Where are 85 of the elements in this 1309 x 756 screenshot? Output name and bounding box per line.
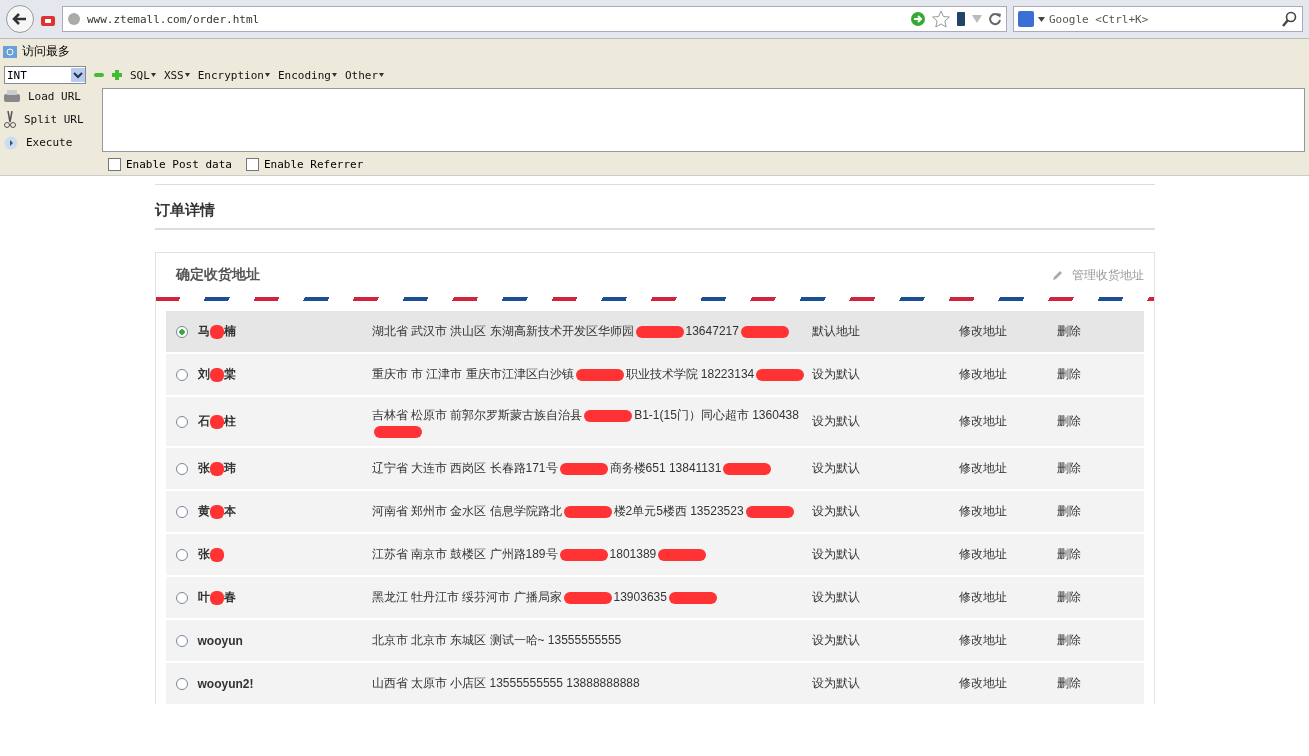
edit-link[interactable]: 修改地址 (958, 503, 1057, 520)
address-row[interactable]: 张 江苏省 南京市 鼓楼区 广州路189号 1801389 设为默认 修改地址 删除 (165, 534, 1144, 575)
delete-link[interactable]: 删除 (1056, 675, 1081, 692)
address-text: 重庆市 市 江津市 重庆市江津区白沙镇 (371, 366, 574, 383)
delete-link[interactable]: 删除 (1056, 632, 1081, 649)
default-link[interactable]: 设为默认 (811, 632, 959, 649)
search-field[interactable]: Google <Ctrl+K> (1013, 6, 1303, 32)
recipient-name: 本 (223, 503, 236, 520)
action-button[interactable]: Split URL (24, 113, 84, 126)
address-row[interactable]: 黄 本 河南省 郑州市 金水区 信息学院路北 楼2单元5楼西 13523523 设为默认 修改地址 删除 (165, 491, 1144, 532)
address-text: 商务楼651 13841131 (609, 460, 722, 477)
default-link[interactable]: 设为默认 (811, 366, 959, 383)
page-title: 订单详情 (154, 201, 1155, 230)
address-text: B1-1(15门）同心超市 1360438 (634, 407, 799, 424)
search-placeholder: Google <Ctrl+K> (1049, 12, 1149, 26)
bookmark-link[interactable]: 访问最多 (22, 43, 70, 60)
action-button[interactable]: Load URL (28, 90, 81, 103)
default-link[interactable]: 设为默认 (811, 546, 959, 563)
recipient-name: wooyun (197, 633, 243, 648)
address-text: 河南省 郑州市 金水区 信息学院路北 (371, 503, 562, 520)
address-text: 13647217 (685, 323, 739, 340)
address-text: 13903635 (613, 589, 667, 606)
address-row[interactable]: wooyun 北京市 北京市 东城区 测试一哈~ 13555555555 设为默认 修改地址 删除 (165, 620, 1144, 661)
recipient-name: 叶 (197, 589, 210, 606)
address-text: 黑龙江 牡丹江市 绥芬河市 广播局家 (371, 589, 562, 606)
edit-link[interactable]: 修改地址 (958, 589, 1057, 606)
delete-link[interactable]: 删除 (1056, 413, 1081, 430)
address-row[interactable]: 张 玮 辽宁省 大连市 西岗区 长春路171号 商务楼651 13841131 设为默认 修改地址 删除 (165, 448, 1144, 489)
address-text: 辽宁省 大连市 西岗区 长春路171号 (371, 460, 558, 477)
checkbox-label: Enable Post data (126, 158, 232, 171)
default-link[interactable]: 设为默认 (811, 675, 959, 692)
recipient-name: 楠 (223, 323, 236, 340)
delete-link[interactable]: 删除 (1056, 366, 1081, 383)
address-text: 北京市 北京市 东城区 测试一哈~ 13555555555 (371, 632, 622, 649)
recipient-name: 张 (197, 460, 210, 477)
delete-link[interactable]: 删除 (1056, 546, 1081, 563)
menu-button[interactable]: Encryption (197, 68, 270, 82)
delete-link[interactable]: 删除 (1056, 460, 1081, 477)
checkbox-label: Enable Referrer (263, 158, 364, 171)
recipient-name: 张 (197, 546, 210, 563)
edit-link[interactable]: 修改地址 (958, 632, 1057, 649)
default-link[interactable]: 默认地址 (811, 323, 959, 340)
menu-button[interactable]: Encoding (278, 68, 337, 82)
address-text: 楼2单元5楼西 13523523 (613, 503, 744, 520)
action-button[interactable]: Execute (26, 136, 73, 149)
default-link[interactable]: 设为默认 (811, 503, 959, 520)
address-text: 1801389 (609, 546, 657, 563)
address-row[interactable]: wooyun2! 山西省 太原市 小店区 13555555555 13888888888 设为默认 修改地址 删除 (165, 663, 1144, 704)
menu-button[interactable]: XSS (163, 68, 190, 82)
delete-link[interactable]: 删除 (1056, 323, 1081, 340)
recipient-name: 刘 (197, 366, 210, 383)
default-link[interactable]: 设为默认 (811, 460, 959, 477)
recipient-name: 黄 (197, 503, 210, 520)
address-text: 江苏省 南京市 鼓楼区 广州路189号 (371, 546, 558, 563)
address-text: 湖北省 武汉市 洪山区 东湖高新技术开发区华师园 (371, 323, 634, 340)
edit-link[interactable]: 修改地址 (958, 546, 1057, 563)
recipient-name: 玮 (223, 460, 236, 477)
edit-link[interactable]: 修改地址 (958, 366, 1057, 383)
menu-button[interactable]: SQL (130, 68, 156, 82)
address-row[interactable]: 马 楠 湖北省 武汉市 洪山区 东湖高新技术开发区华师园 13647217 默认地址 修改地址 删除 (165, 311, 1144, 352)
address-bar[interactable]: www.ztemall.com/order.html (62, 6, 1007, 32)
address-text: 山西省 太原市 小店区 13555555555 13888888888 (371, 675, 640, 692)
address-row[interactable]: 叶 春 黑龙江 牡丹江市 绥芬河市 广播局家 13903635 设为默认 修改地址 删除 (165, 577, 1144, 618)
edit-link[interactable]: 修改地址 (958, 413, 1057, 430)
address-row[interactable]: 石 柱 吉林省 松原市 前郭尔罗斯蒙古族自治县 B1-1(15门）同心超市 1360438 设为默认 修改地址 删除 (165, 397, 1144, 446)
address-text: 吉林省 松原市 前郭尔罗斯蒙古族自治县 (371, 407, 583, 424)
url-text: www.ztemall.com/order.html (87, 12, 260, 26)
delete-link[interactable]: 删除 (1056, 503, 1081, 520)
recipient-name: 柱 (223, 413, 236, 430)
panel-title: 确定收货地址 (175, 266, 260, 284)
recipient-name: wooyun2! (197, 676, 254, 691)
menu-button[interactable]: Other (344, 68, 385, 82)
default-link[interactable]: 设为默认 (811, 589, 959, 606)
edit-link[interactable]: 修改地址 (958, 323, 1057, 340)
default-link[interactable]: 设为默认 (811, 413, 959, 430)
recipient-name: 马 (197, 323, 210, 340)
delete-link[interactable]: 删除 (1056, 589, 1081, 606)
recipient-name: 春 (223, 589, 236, 606)
edit-link[interactable]: 修改地址 (958, 460, 1057, 477)
recipient-name: 石 (197, 413, 210, 430)
address-row[interactable]: 刘 棠 重庆市 市 江津市 重庆市江津区白沙镇 职业技术学院 18223134 设为默认 修改地址 删除 (165, 354, 1144, 395)
recipient-name: 棠 (223, 366, 236, 383)
edit-link[interactable]: 修改地址 (958, 675, 1057, 692)
type-select[interactable]: INT (4, 66, 86, 84)
address-text: 职业技术学院 18223134 (625, 366, 755, 383)
